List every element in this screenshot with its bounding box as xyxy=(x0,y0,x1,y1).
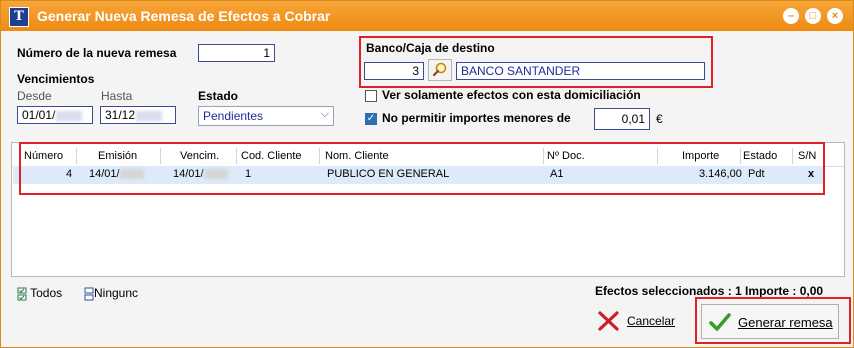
cancel-x-icon xyxy=(598,311,619,331)
select-all-button[interactable]: Todos xyxy=(17,286,62,301)
estado-label: Estado xyxy=(198,89,239,103)
redacted-year xyxy=(56,110,83,121)
select-none-button[interactable]: Ningunc xyxy=(84,286,138,301)
currency-symbol: € xyxy=(656,112,663,126)
vencimientos-label: Vencimientos xyxy=(17,72,95,86)
redacted-year xyxy=(136,110,163,121)
desde-label: Desde xyxy=(17,89,52,103)
dialog-window: T Generar Nueva Remesa de Efectos a Cobr… xyxy=(0,0,854,348)
estado-value: Pendientes xyxy=(203,109,264,123)
hasta-date-value: 31/12 xyxy=(105,108,136,122)
min-importe-field[interactable]: 0,01 xyxy=(594,108,650,130)
banco-label: Banco/Caja de destino xyxy=(366,41,495,55)
generate-remesa-button[interactable]: Generar remesa xyxy=(701,304,839,339)
minimize-icon[interactable]: – xyxy=(783,8,799,24)
banco-code-field[interactable]: 3 xyxy=(364,62,424,80)
hasta-label: Hasta xyxy=(101,89,133,103)
generate-label: Generar remesa xyxy=(738,315,833,330)
maximize-icon[interactable]: □ xyxy=(805,8,821,24)
search-bank-button[interactable] xyxy=(428,59,452,81)
search-icon xyxy=(432,62,447,77)
cancel-button[interactable]: Cancelar xyxy=(597,310,683,334)
cancel-label: Cancelar xyxy=(627,314,676,328)
select-none-icon xyxy=(84,287,94,301)
hasta-date-field[interactable]: 31/12 xyxy=(100,106,176,124)
table-highlight-box xyxy=(19,142,825,195)
chevron-down-icon[interactable]: ⌵ xyxy=(321,108,329,121)
checkmark-icon xyxy=(709,313,731,331)
close-icon[interactable]: × xyxy=(827,8,843,24)
remesa-number-field[interactable]: 1 xyxy=(198,44,275,62)
window-title: Generar Nueva Remesa de Efectos a Cobrar xyxy=(37,8,331,24)
remesa-label: Número de la nueva remesa xyxy=(17,46,177,60)
desde-date-value: 01/01/ xyxy=(22,108,56,122)
select-all-label: Todos xyxy=(30,286,63,300)
desde-date-field[interactable]: 01/01/ xyxy=(17,106,93,124)
app-icon: T xyxy=(9,7,29,27)
banco-name-field[interactable]: BANCO SANTANDER xyxy=(456,62,705,80)
estado-select[interactable]: Pendientes ⌵ xyxy=(198,106,334,126)
ver-solamente-label: Ver solamente efectos con esta domicilia… xyxy=(382,88,641,102)
select-all-icon xyxy=(17,287,27,301)
select-none-label: Ningunc xyxy=(94,286,139,300)
ver-solamente-checkbox[interactable] xyxy=(365,90,377,102)
title-bar[interactable]: T Generar Nueva Remesa de Efectos a Cobr… xyxy=(1,1,853,31)
no-permitir-label: No permitir importes menores de xyxy=(382,111,571,125)
no-permitir-checkbox[interactable]: ✓ xyxy=(365,113,377,125)
selection-summary: Efectos seleccionados : 1 Importe : 0,00 xyxy=(595,284,824,298)
